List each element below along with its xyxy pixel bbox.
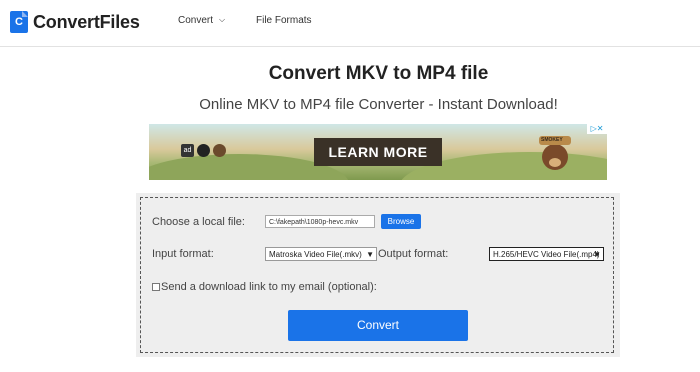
page-title: Convert MKV to MP4 file [268,63,489,84]
site-logo[interactable]: C ConvertFiles [10,10,140,34]
page-subtitle: Online MKV to MP4 file Converter - Insta… [199,96,558,113]
brand-name: ConvertFiles [33,11,140,32]
output-format-label: Output format: [378,248,449,260]
chevron-down-icon: ▼ [366,250,374,259]
local-file-input[interactable]: C:\fakepath\1080p-hevc.mkv [265,215,375,228]
input-format-value: Matroska Video File(.mkv) [269,250,362,259]
nav-convert-label: Convert [178,15,214,26]
ad-banner[interactable]: ad LEARN MORE SMOKEY ▷✕ [149,124,607,180]
logo-icon: C [10,11,28,33]
email-link-checkbox[interactable] [152,283,160,291]
input-format-label: Input format: [152,248,214,260]
forest-service-badge-icon [197,144,210,157]
nav-file-formats[interactable]: File Formats [256,15,312,26]
ad-badges: ad [181,144,226,157]
shield-badge-icon [213,144,226,157]
smokey-bear-image: SMOKEY [537,136,573,176]
ad-choices-icon[interactable]: ▷✕ [587,124,607,134]
ad-council-logo: ad [181,144,194,157]
output-format-value: H.265/HEVC Video File(.mp4) [493,250,600,259]
site-header: C ConvertFiles Convert ⌵ File Formats [0,0,700,47]
chevron-down-icon: ⌵ [219,15,226,24]
chevron-down-icon: ▼ [593,250,601,259]
nav-file-formats-label: File Formats [256,15,312,26]
output-format-select[interactable]: H.265/HEVC Video File(.mp4) ▼ [489,247,604,261]
logo-glyph: C [15,16,23,28]
email-link-label[interactable]: Send a download link to my email (option… [161,281,377,293]
ad-learn-more-button[interactable]: LEARN MORE [314,138,442,166]
convert-button[interactable]: Convert [288,310,468,341]
bear-hat-text: SMOKEY [541,137,563,143]
local-file-label: Choose a local file: [152,216,245,228]
input-format-select[interactable]: Matroska Video File(.mkv) ▼ [265,247,377,261]
browse-button[interactable]: Browse [381,214,421,229]
nav-convert[interactable]: Convert ⌵ [178,15,225,26]
bear-muzzle [549,158,561,167]
